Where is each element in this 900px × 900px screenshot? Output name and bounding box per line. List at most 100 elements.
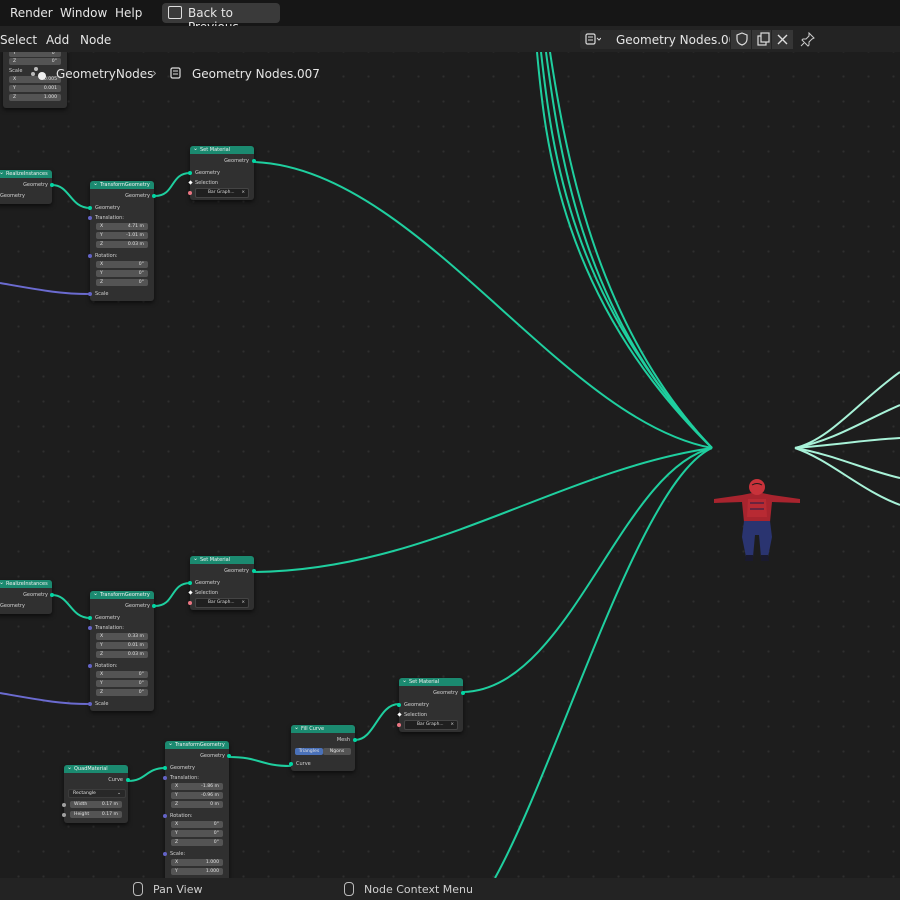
clear-icon[interactable]: × bbox=[241, 599, 245, 607]
scale-socket[interactable] bbox=[163, 852, 167, 856]
node-quad-material[interactable]: QuadMaterial Curve Rectangle ⌄ Width0.17… bbox=[62, 764, 130, 823]
output-socket[interactable] bbox=[152, 194, 156, 198]
selection-socket[interactable] bbox=[188, 590, 193, 595]
node-transform-geometry-1[interactable]: TransformGeometry Geometry Geometry Tran… bbox=[88, 180, 156, 301]
fake-user-shield-icon[interactable] bbox=[730, 30, 753, 49]
rotation-socket[interactable] bbox=[88, 664, 92, 668]
translation-x-field[interactable]: X -1.86 m bbox=[171, 783, 223, 790]
material-field[interactable]: Bar Graph... × bbox=[195, 188, 249, 198]
rotation-socket[interactable] bbox=[88, 254, 92, 258]
breadcrumb-modifier[interactable]: GeometryNodes bbox=[56, 67, 153, 81]
node-fill-curve[interactable]: Fill Curve Mesh Triangles Ngons Curve bbox=[289, 724, 357, 771]
input-socket[interactable] bbox=[88, 206, 92, 210]
output-socket[interactable] bbox=[50, 183, 54, 187]
node-set-material-3[interactable]: Set Material Geometry Geometry Selection… bbox=[397, 677, 465, 732]
width-field[interactable]: Width 0.17 m bbox=[70, 801, 122, 808]
height-field[interactable]: Height 0.17 m bbox=[70, 811, 122, 818]
scale-socket[interactable] bbox=[88, 702, 92, 706]
selection-socket[interactable] bbox=[397, 712, 402, 717]
unlink-close-icon[interactable] bbox=[771, 30, 793, 49]
input-geometry: Geometry bbox=[95, 615, 120, 621]
mode-ngons-button[interactable]: Ngons bbox=[323, 748, 351, 755]
material-socket[interactable] bbox=[397, 723, 401, 727]
node-transform-geometry-2[interactable]: TransformGeometry Geometry Geometry Tran… bbox=[88, 590, 156, 711]
input-geometry: Geometry bbox=[404, 702, 429, 708]
mode-dropdown[interactable]: Rectangle ⌄ bbox=[68, 789, 126, 798]
node-title: TransformGeometry bbox=[165, 740, 229, 749]
clear-icon[interactable]: × bbox=[450, 721, 454, 729]
scale-z-field[interactable]: Z 1.000 bbox=[9, 94, 61, 101]
breadcrumb-tree[interactable]: Geometry Nodes.007 bbox=[192, 67, 320, 81]
node-editor-canvas[interactable]: Y 0° Z 0° Scale X 0.005 Y 0.001 Z 1.000 Geome… bbox=[0, 52, 900, 878]
output-socket[interactable] bbox=[50, 593, 54, 597]
material-socket[interactable] bbox=[188, 191, 192, 195]
input-socket[interactable] bbox=[88, 616, 92, 620]
back-to-previous-button[interactable]: Back to Previous bbox=[162, 3, 280, 34]
height-socket[interactable] bbox=[62, 813, 66, 817]
rotation-x-field[interactable]: X 0° bbox=[96, 261, 148, 268]
translation-z-field[interactable]: Z 0.03 m bbox=[96, 241, 148, 248]
pin-icon[interactable] bbox=[800, 32, 815, 47]
translation-x-field[interactable]: X 4.71 m bbox=[96, 223, 148, 230]
output-socket[interactable] bbox=[252, 159, 256, 163]
translation-y-field[interactable]: Y -1.01 m bbox=[96, 232, 148, 239]
rotation-socket[interactable] bbox=[163, 814, 167, 818]
menu-window[interactable]: Window bbox=[60, 6, 107, 20]
rotation-y-field[interactable]: Y 0° bbox=[96, 270, 148, 277]
menu-help[interactable]: Help bbox=[115, 6, 142, 20]
translation-socket[interactable] bbox=[88, 626, 92, 630]
rotation-z-field[interactable]: Z 0° bbox=[171, 839, 223, 846]
input-socket[interactable] bbox=[188, 581, 192, 585]
node-tree-type-icon[interactable] bbox=[585, 33, 601, 46]
output-geometry: Geometry bbox=[23, 182, 48, 188]
width-socket[interactable] bbox=[62, 803, 66, 807]
node-tree-selector[interactable]: Geometry Nodes.007 bbox=[580, 30, 793, 49]
menu-render[interactable]: Render bbox=[10, 6, 53, 20]
rotation-z-field[interactable]: Z 0° bbox=[96, 689, 148, 696]
node-set-material-1[interactable]: Set Material Geometry Geometry Selection… bbox=[188, 145, 256, 200]
output-socket[interactable] bbox=[461, 691, 465, 695]
output-socket[interactable] bbox=[227, 754, 231, 758]
clear-icon[interactable]: × bbox=[241, 189, 245, 197]
rotation-z-field[interactable]: Z 0° bbox=[96, 279, 148, 286]
chevron-down-icon: ⌄ bbox=[117, 791, 121, 796]
translation-x-field[interactable]: X 0.33 m bbox=[96, 633, 148, 640]
output-socket[interactable] bbox=[353, 738, 357, 742]
scale-x-field[interactable]: X 1.000 bbox=[171, 859, 223, 866]
node-tree-name[interactable]: Geometry Nodes.007 bbox=[616, 33, 744, 47]
menu-select[interactable]: Select bbox=[0, 33, 37, 47]
node-transform-geometry-3[interactable]: TransformGeometry Geometry Geometry Tran… bbox=[163, 740, 231, 878]
node-set-material-2[interactable]: Set Material Geometry Geometry Selection… bbox=[188, 555, 256, 610]
selection-socket[interactable] bbox=[188, 180, 193, 185]
scale-socket[interactable] bbox=[88, 292, 92, 296]
material-socket[interactable] bbox=[188, 601, 192, 605]
rotation-x-field[interactable]: X 0° bbox=[171, 821, 223, 828]
input-socket[interactable] bbox=[397, 703, 401, 707]
input-socket[interactable] bbox=[188, 171, 192, 175]
rotation-y-field[interactable]: Y 0° bbox=[96, 680, 148, 687]
menu-add[interactable]: Add bbox=[46, 33, 69, 47]
output-socket[interactable] bbox=[252, 569, 256, 573]
input-socket[interactable] bbox=[163, 766, 167, 770]
scale-y-field[interactable]: Y 0.001 bbox=[9, 85, 61, 92]
mode-triangles-button[interactable]: Triangles bbox=[295, 748, 323, 755]
material-field[interactable]: Bar Graph... × bbox=[195, 598, 249, 608]
node-realize-instances-1[interactable]: RealizeInstances Geometry Geometry bbox=[0, 169, 54, 204]
rotation-y-field[interactable]: Y 0° bbox=[171, 830, 223, 837]
scale-y-field[interactable]: Y 1.000 bbox=[171, 868, 223, 875]
rotation-y-field[interactable]: Y 0° bbox=[9, 52, 61, 57]
menu-node[interactable]: Node bbox=[80, 33, 111, 47]
translation-y-field[interactable]: Y 0.01 m bbox=[96, 642, 148, 649]
output-socket[interactable] bbox=[152, 604, 156, 608]
rotation-z-field[interactable]: Z 0° bbox=[9, 58, 61, 65]
translation-z-field[interactable]: Z0 m bbox=[171, 801, 223, 808]
translation-z-field[interactable]: Z 0.03 m bbox=[96, 651, 148, 658]
input-socket[interactable] bbox=[289, 762, 293, 766]
translation-socket[interactable] bbox=[88, 216, 92, 220]
translation-y-field[interactable]: Y -0.96 m bbox=[171, 792, 223, 799]
output-socket[interactable] bbox=[126, 778, 130, 782]
node-realize-instances-2[interactable]: RealizeInstances Geometry Geometry bbox=[0, 579, 54, 614]
translation-socket[interactable] bbox=[163, 776, 167, 780]
material-field[interactable]: Bar Graph... × bbox=[404, 720, 458, 730]
rotation-x-field[interactable]: X 0° bbox=[96, 671, 148, 678]
